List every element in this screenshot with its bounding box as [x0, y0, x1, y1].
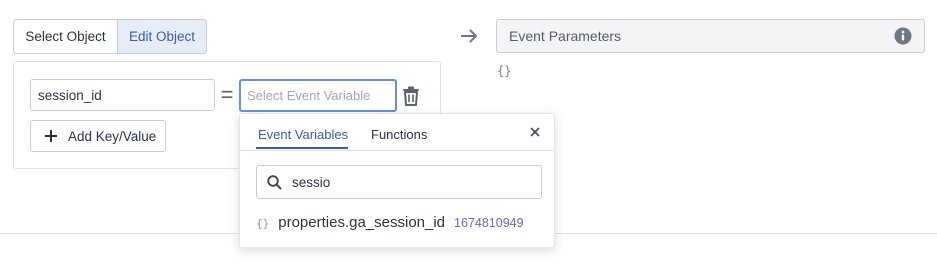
braces-icon: {}: [256, 217, 270, 230]
variable-name: properties.ga_session_id: [278, 214, 446, 231]
close-icon[interactable]: [529, 125, 541, 137]
select-object-button[interactable]: Select Object: [14, 20, 118, 53]
dropdown-tabs: Event Variables Functions: [240, 114, 554, 151]
event-variable-input[interactable]: Select Event Variable: [239, 79, 397, 112]
tab-event-variables[interactable]: Event Variables: [258, 127, 348, 142]
key-input[interactable]: session_id: [30, 79, 215, 111]
edit-object-button[interactable]: Edit Object: [118, 20, 206, 53]
plus-icon: [44, 129, 58, 143]
active-tab-indicator: [256, 147, 348, 149]
trash-icon[interactable]: [402, 86, 420, 106]
add-key-value-label: Add Key/Value: [68, 128, 157, 144]
search-icon: [267, 174, 282, 190]
variable-search-input[interactable]: sessio: [256, 165, 542, 199]
variable-value: 1674810949: [454, 216, 524, 230]
add-key-value-button[interactable]: Add Key/Value: [30, 120, 166, 152]
event-parameters-title: Event Parameters: [509, 28, 622, 44]
object-mode-toggle: Select Object Edit Object: [13, 19, 207, 54]
tab-functions[interactable]: Functions: [371, 127, 427, 142]
event-parameters-field: Event Parameters: [496, 19, 925, 53]
list-item[interactable]: {} properties.ga_session_id 1674810949: [256, 214, 524, 234]
equals-sign: =: [220, 82, 234, 107]
parameters-preview: {}: [497, 64, 512, 78]
search-value: sessio: [292, 174, 331, 190]
event-variable-dropdown: Event Variables Functions sessio {} prop…: [239, 113, 555, 248]
arrow-right-icon: [460, 28, 478, 44]
info-icon[interactable]: [894, 27, 912, 45]
